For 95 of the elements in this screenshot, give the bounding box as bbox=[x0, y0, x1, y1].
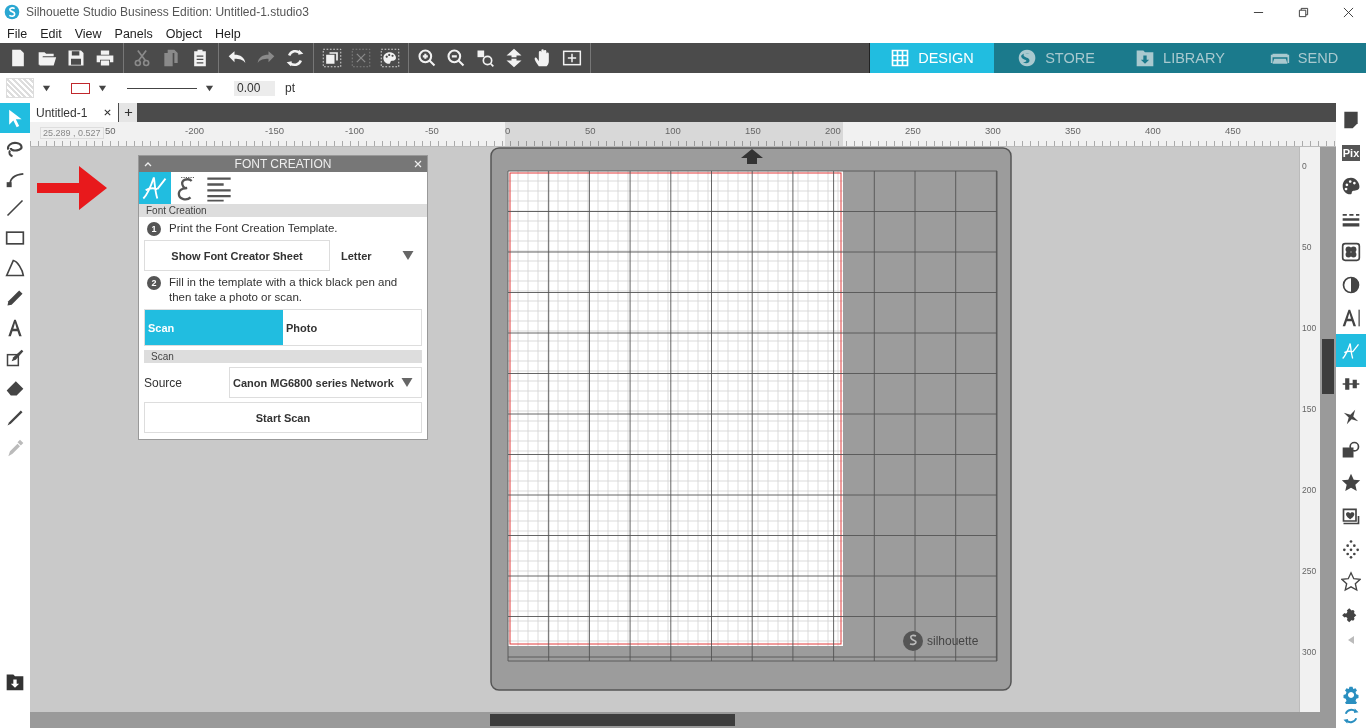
polygon-icon bbox=[5, 258, 25, 278]
ruler-label: 150 bbox=[745, 125, 761, 136]
ruler-label: 250 bbox=[1302, 566, 1317, 576]
ruler-label: 200 bbox=[825, 125, 841, 136]
fill-palette-icon[interactable] bbox=[380, 48, 400, 68]
refresh-icon[interactable] bbox=[1342, 707, 1360, 725]
line-color-swatch[interactable] bbox=[71, 82, 90, 94]
horizontal-scrollbar[interactable] bbox=[30, 712, 1336, 728]
ruler-label: 0 bbox=[505, 125, 511, 136]
unit-label: pt bbox=[285, 81, 295, 95]
menu-item[interactable]: View bbox=[74, 26, 102, 41]
zoom-select-icon[interactable] bbox=[475, 48, 495, 68]
line-width-field[interactable]: 0.00 bbox=[234, 80, 275, 96]
fit-frame-icon[interactable] bbox=[562, 48, 582, 68]
close-icon[interactable] bbox=[103, 108, 113, 117]
caret-icon[interactable] bbox=[98, 83, 107, 93]
menu-item[interactable]: File bbox=[7, 26, 28, 41]
ruler-label: 50 bbox=[585, 125, 596, 136]
caret-icon bbox=[401, 377, 413, 388]
download-box-icon[interactable] bbox=[5, 672, 25, 692]
ruler-label: 0 bbox=[1302, 161, 1307, 171]
sketch-pen-icon bbox=[5, 348, 25, 368]
ruler-label: 250 bbox=[905, 125, 921, 136]
cursor-coordinates: 25.289 , 0.527 bbox=[40, 127, 104, 139]
section-header: Font Creation bbox=[139, 204, 427, 217]
ruler-label: 300 bbox=[985, 125, 1001, 136]
plus-icon bbox=[123, 108, 133, 117]
document-tab-label: Untitled-1 bbox=[36, 105, 88, 120]
printer-icon[interactable] bbox=[95, 48, 115, 68]
ruler-label: 150 bbox=[1302, 404, 1317, 414]
knife-icon bbox=[5, 408, 25, 428]
ruler-label: -100 bbox=[345, 125, 364, 136]
group-icon[interactable] bbox=[322, 48, 342, 68]
vertical-scrollbar[interactable] bbox=[1320, 147, 1336, 712]
feed-arrow-icon bbox=[741, 149, 763, 164]
menu-item[interactable]: Help bbox=[214, 26, 241, 41]
window-title: Silhouette Studio Business Edition: Untitled-1.studio3 bbox=[26, 5, 309, 19]
ruler-label: 50 bbox=[105, 125, 116, 136]
fill-pattern-swatch[interactable] bbox=[6, 78, 34, 98]
vertical-arrows-icon[interactable] bbox=[504, 48, 524, 68]
close-icon[interactable] bbox=[1343, 6, 1354, 18]
source-dropdown[interactable]: Canon MG6800 series Network bbox=[229, 367, 422, 398]
grid-icon bbox=[890, 48, 911, 68]
start-scan-button[interactable]: Start Scan bbox=[144, 402, 422, 433]
new-tab-button[interactable] bbox=[119, 103, 138, 122]
restore-icon[interactable] bbox=[1298, 6, 1309, 18]
ruler-label: 300 bbox=[1302, 647, 1317, 657]
paper-size-value: Letter bbox=[341, 249, 372, 262]
menu-item[interactable]: Object bbox=[165, 26, 202, 41]
settings-icon[interactable] bbox=[1342, 686, 1360, 704]
line-style-sample[interactable] bbox=[127, 87, 197, 89]
pix-label: Pix bbox=[1341, 144, 1361, 161]
arrow-annotation bbox=[37, 166, 107, 210]
ruler-label: 400 bbox=[1145, 125, 1161, 136]
ruler-label: -50 bbox=[425, 125, 439, 136]
zoom-in-icon[interactable] bbox=[417, 48, 437, 68]
show-sheet-button[interactable]: Show Font Creator Sheet bbox=[144, 240, 330, 271]
step-text: Print the Font Creation Template. bbox=[169, 221, 338, 236]
caret-icon[interactable] bbox=[205, 83, 214, 93]
caret-icon bbox=[402, 250, 414, 261]
pencil-icon bbox=[5, 288, 25, 308]
pattern-tile-icon bbox=[1341, 240, 1361, 263]
zoom-out-icon[interactable] bbox=[446, 48, 466, 68]
section-header: Scan bbox=[144, 350, 422, 363]
rectangle-icon bbox=[5, 228, 25, 248]
step-number: 1 bbox=[147, 222, 161, 236]
document-tab[interactable]: Untitled-1 bbox=[30, 103, 119, 122]
line-icon bbox=[5, 198, 25, 218]
ruler-label: -200 bbox=[185, 125, 204, 136]
menu-item[interactable]: Panels bbox=[114, 26, 153, 41]
script-a-icon bbox=[141, 174, 169, 202]
ruler-label: 350 bbox=[1065, 125, 1081, 136]
scroll-thumb[interactable] bbox=[1322, 339, 1334, 394]
app-logo-icon bbox=[4, 4, 20, 20]
source-value: Canon MG6800 series Network bbox=[233, 376, 394, 389]
step-number: 2 bbox=[147, 276, 161, 290]
menu-item[interactable]: Edit bbox=[40, 26, 62, 41]
ruler-label: 450 bbox=[1225, 125, 1241, 136]
source-label: Source bbox=[144, 375, 184, 390]
ruler-label: -150 bbox=[265, 125, 284, 136]
panel-title: FONT CREATION bbox=[233, 157, 333, 171]
panel-button[interactable]: Pix bbox=[1336, 136, 1366, 169]
ruler-label: 50 bbox=[1302, 242, 1312, 252]
ruler-label: 100 bbox=[1302, 323, 1317, 333]
download-box-icon bbox=[1135, 48, 1156, 68]
star-outline-icon bbox=[1341, 570, 1361, 593]
paper-size-dropdown[interactable]: Letter bbox=[330, 249, 422, 262]
ruler-label: 100 bbox=[665, 125, 681, 136]
ruler-label: 200 bbox=[1302, 485, 1317, 495]
logo-text: silhouette bbox=[927, 634, 979, 648]
cycle-arrows-icon[interactable] bbox=[285, 48, 305, 68]
scroll-thumb[interactable] bbox=[490, 714, 735, 726]
dots-icon bbox=[1341, 537, 1361, 560]
caret-icon[interactable] bbox=[42, 83, 51, 93]
step-text: Fill in the template with a thick black pen and then take a photo or scan. bbox=[169, 275, 399, 305]
